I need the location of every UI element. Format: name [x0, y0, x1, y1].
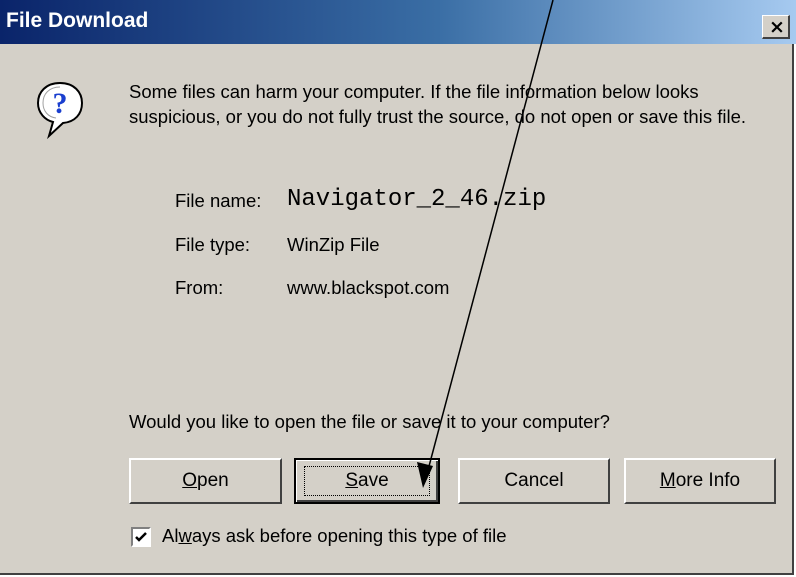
- warning-message: Some files can harm your computer. If th…: [129, 81, 747, 127]
- cancel-button[interactable]: Cancel: [458, 458, 610, 504]
- close-button[interactable]: ×: [762, 15, 790, 39]
- checkmark-icon: [135, 532, 147, 542]
- close-icon: ×: [769, 16, 785, 38]
- focus-rectangle: [304, 466, 430, 496]
- file-type-value: WinZip File: [287, 234, 380, 255]
- from-label: From:: [175, 277, 224, 298]
- always-ask-checkbox[interactable]: [131, 527, 151, 547]
- open-button[interactable]: Open: [129, 458, 282, 504]
- question-icon: ?: [36, 81, 84, 140]
- more-info-button[interactable]: More Info: [624, 458, 776, 504]
- open-or-save-question: Would you like to open the file or save …: [129, 411, 610, 432]
- dialog-title: File Download: [6, 9, 149, 32]
- question-glyph: ?: [53, 87, 68, 120]
- from-value: www.blackspot.com: [287, 277, 450, 298]
- file-download-dialog: File Download × ? Some files can harm yo…: [0, 0, 796, 575]
- save-button[interactable]: Save: [294, 458, 440, 504]
- file-name-label: File name:: [175, 190, 262, 211]
- title-bar[interactable]: File Download ×: [0, 0, 796, 44]
- file-name-value: Navigator_2_46.zip: [287, 186, 547, 213]
- always-ask-label[interactable]: Always ask before opening this type of f…: [162, 525, 507, 547]
- file-type-label: File type:: [175, 234, 251, 255]
